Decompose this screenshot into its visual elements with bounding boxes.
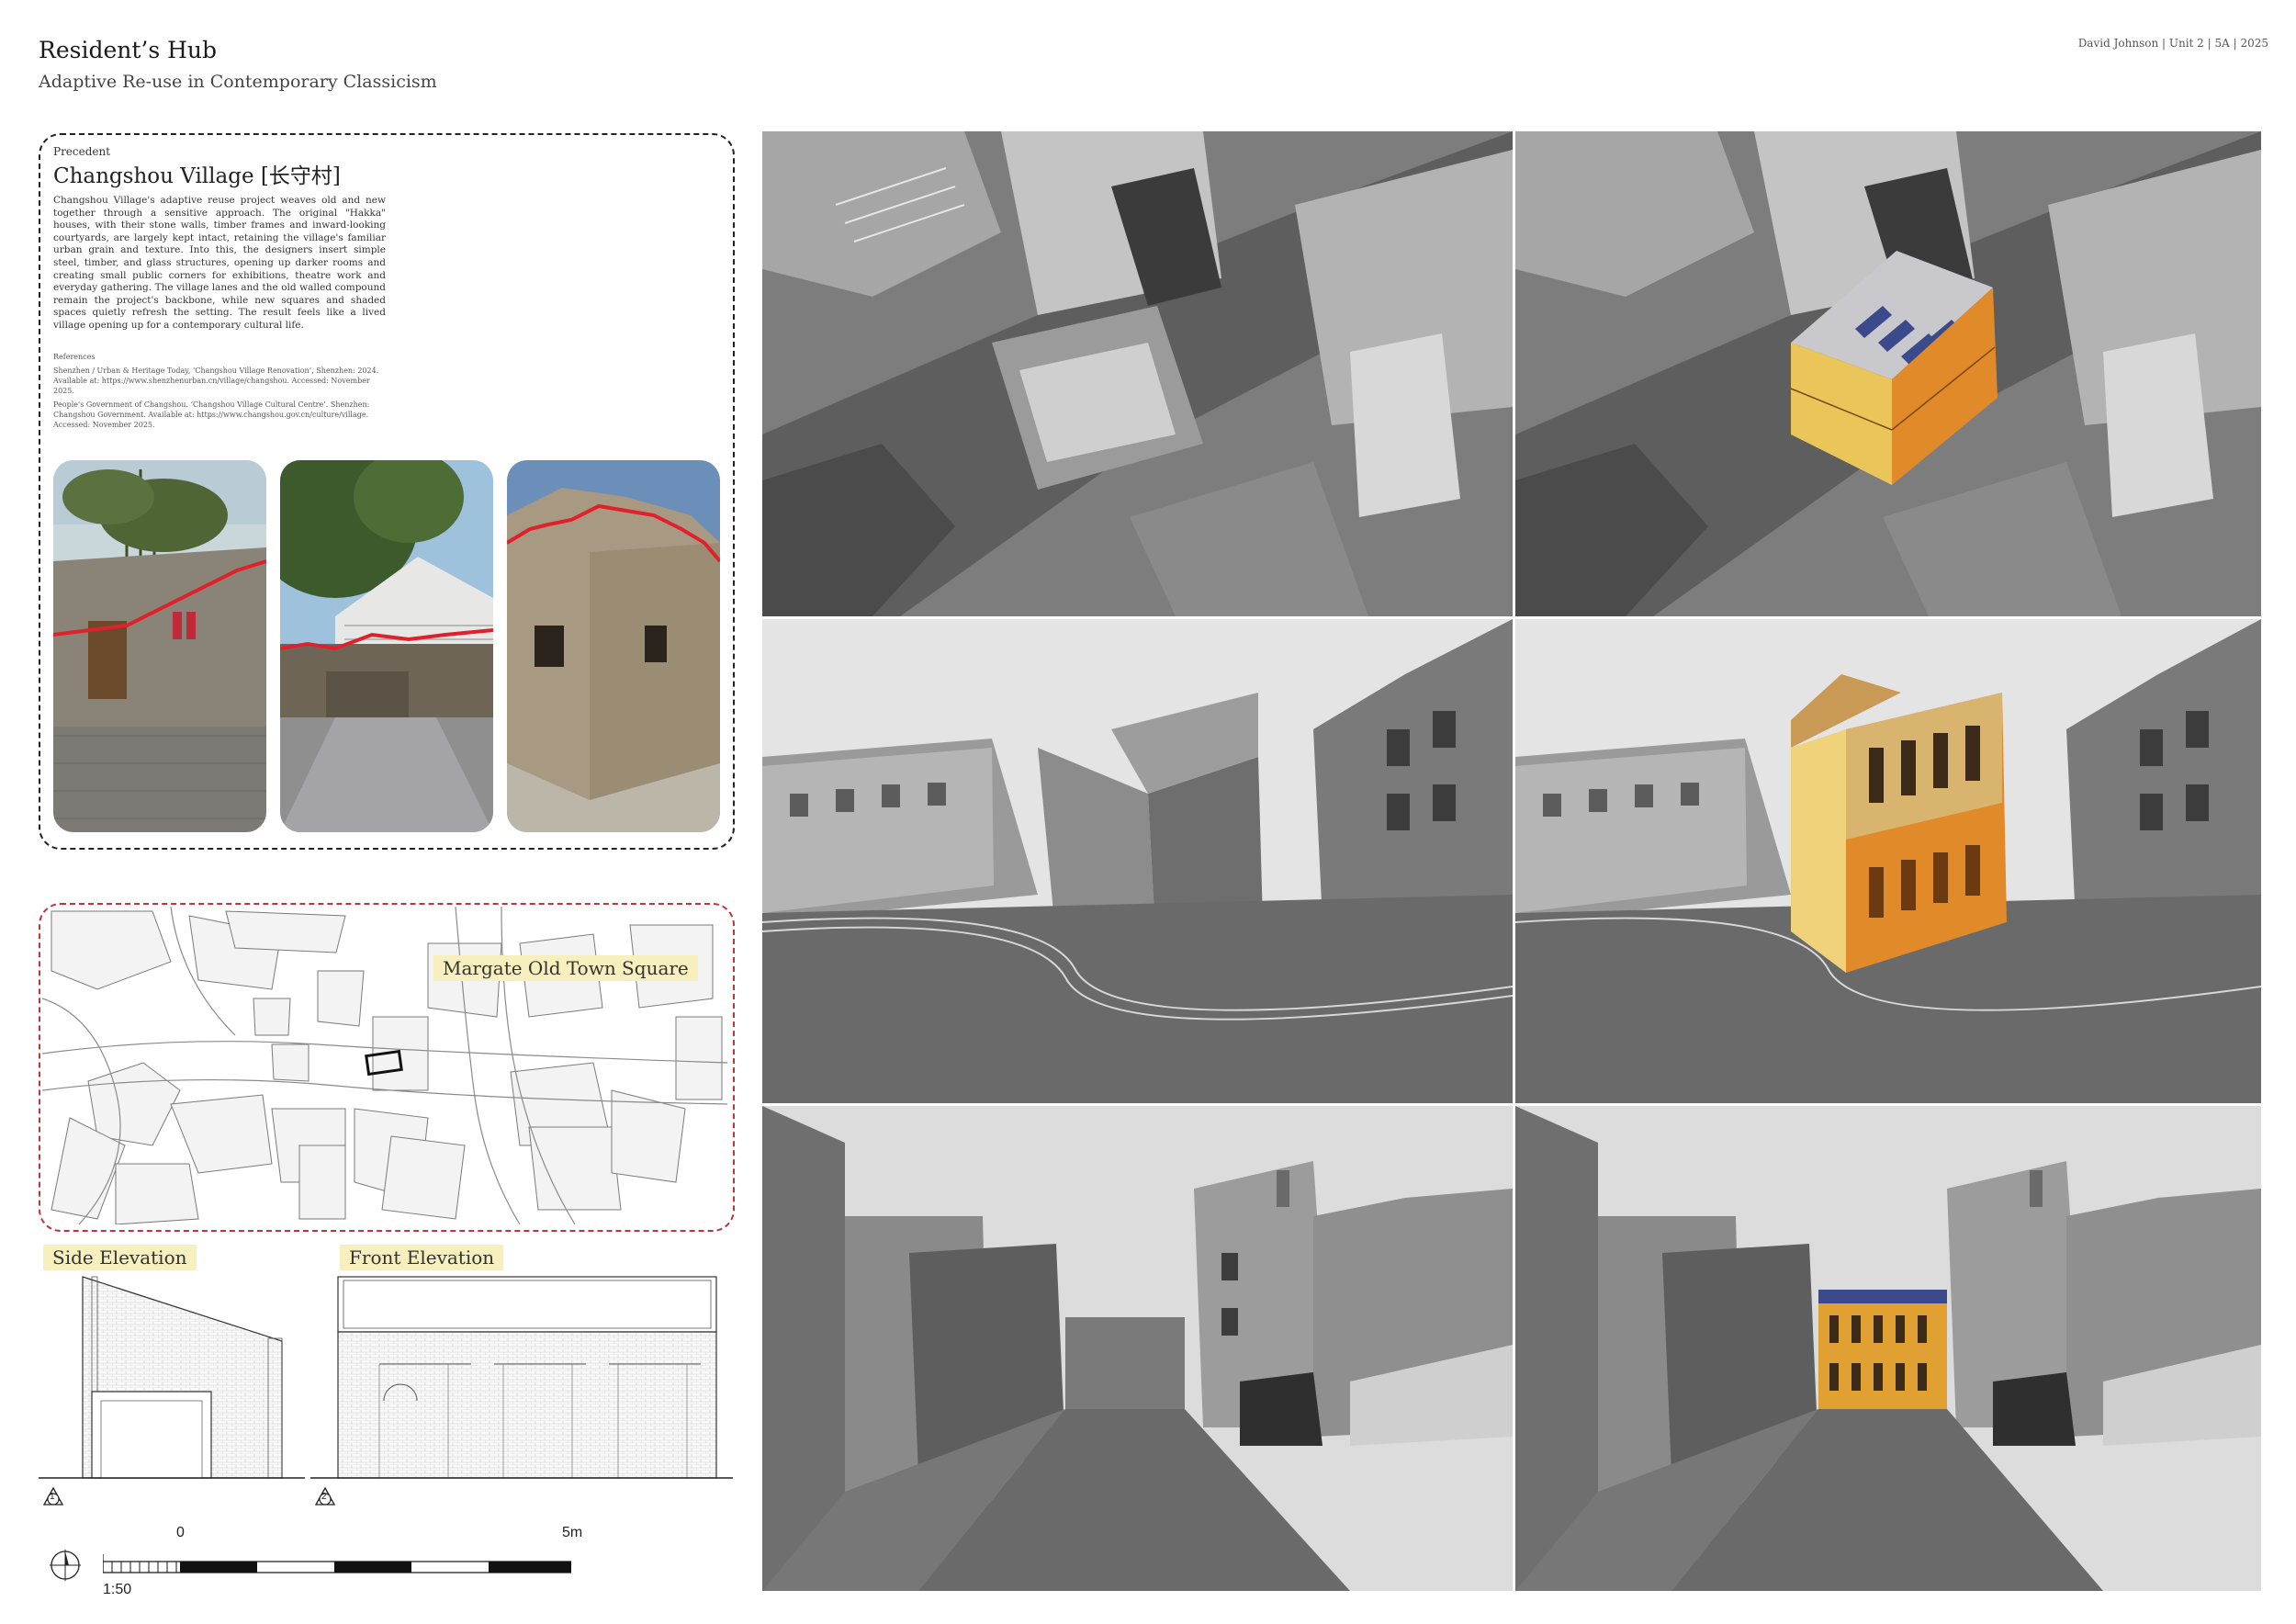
references-heading: References [53,353,96,361]
page-title: Resident’s Hub [39,37,218,63]
north-icon [48,1548,83,1583]
author-meta: David Johnson | Unit 2 | 5A | 2025 [2077,37,2268,50]
precedent-photo-1 [53,460,266,832]
precedent-name: Changshou Village [长守村] [53,164,341,188]
side-elevation-label: Side Elevation [43,1245,197,1270]
front-elevation-number: 2 [321,1492,327,1502]
lane-existing-view [762,1106,1513,1591]
scale-max-label: 5m [562,1525,583,1540]
scale-bar [102,1552,572,1574]
lane-proposed-view [1515,1106,2261,1591]
aerial-proposed-view [1515,131,2261,616]
aerial-existing-view [762,131,1513,616]
precedent-photo-3 [507,460,720,832]
scale-ratio-label: 1:50 [103,1582,132,1597]
reference-2: People's Government of Changshou. ‘Chang… [53,400,370,429]
reference-1: Shenzhen / Urban & Heritage Today, ‘Chan… [53,367,379,395]
precedent-label: Precedent [53,145,111,158]
precedent-description: Changshou Village's adaptive reuse proje… [53,195,386,331]
scale-zero-label: 0 [176,1525,185,1540]
side-elevation-drawing [39,1272,305,1483]
corner-proposed-view [1515,619,2261,1103]
corner-existing-view [762,619,1513,1103]
front-elevation-label: Front Elevation [340,1245,504,1270]
side-elevation-number: 1 [50,1492,55,1502]
front-elevation-drawing [310,1272,733,1483]
precedent-photo-2 [280,460,493,832]
site-location-label: Margate Old Town Square [433,955,698,981]
references: References Shenzhen / Urban & Heritage T… [53,352,386,434]
page-subtitle: Adaptive Re-use in Contemporary Classici… [39,72,437,92]
site-map [42,907,727,1224]
